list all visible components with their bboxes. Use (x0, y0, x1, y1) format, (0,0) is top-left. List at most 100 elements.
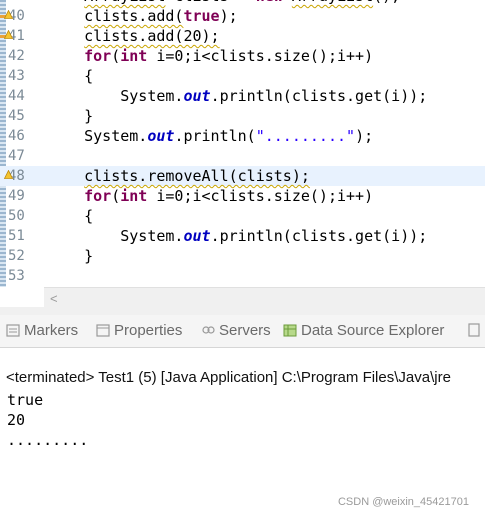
line-number: 42 (8, 48, 25, 64)
keyword-token: int (120, 47, 148, 65)
code-line[interactable]: 41 clists.add(20); (0, 26, 485, 46)
code-line[interactable]: 52 } (0, 246, 485, 266)
keyword-token: for (84, 47, 112, 65)
line-number: 45 (8, 108, 25, 124)
tab-servers[interactable]: Servers (201, 321, 271, 341)
console-view: <terminated> Test1 (5) [Java Application… (0, 348, 485, 516)
tab-markers[interactable]: Markers (6, 321, 78, 341)
code-token: { (48, 207, 94, 225)
tab-label: Servers (219, 322, 271, 339)
field-token: out (147, 127, 175, 145)
code-line[interactable]: 53 (0, 266, 485, 286)
tab-label: Markers (24, 322, 79, 339)
code-line[interactable]: 45 } (0, 106, 485, 126)
tab-label: Data Source Explorer (301, 322, 445, 339)
code-token: .println(clists.get(i)); (210, 227, 428, 245)
code-token: } (48, 107, 94, 125)
keyword-token: for (84, 187, 112, 205)
code-token: clists = (165, 0, 255, 5)
tab-snippets[interactable] (467, 321, 485, 341)
field-token: out (183, 227, 211, 245)
watermark: CSDN @weixin_45421701 (337, 496, 469, 508)
code-token: ( (111, 187, 121, 205)
code-token: .println(clists.get(i)); (210, 87, 428, 105)
servers-icon (202, 326, 215, 334)
warning-icon[interactable] (4, 10, 13, 19)
properties-icon (96, 324, 110, 337)
warning-icon[interactable] (4, 30, 13, 39)
code-text: } (48, 106, 93, 126)
code-token: System. (48, 87, 184, 105)
tab-properties[interactable]: Properties (96, 321, 182, 341)
code-line[interactable]: 43 { (0, 66, 485, 86)
code-token: i=0;i<clists.size();i++) (147, 187, 374, 205)
code-line[interactable]: 44 System.out.println(clists.get(i)); (0, 86, 485, 106)
scroll-left-icon[interactable]: < (50, 291, 58, 306)
code-text: System.out.println(clists.get(i)); (48, 86, 427, 106)
code-token: System. (48, 127, 148, 145)
line-number: 43 (8, 68, 25, 84)
console-output-line: true (7, 391, 44, 409)
horizontal-scrollbar[interactable]: < (44, 287, 485, 308)
console-output-line: ......... (7, 431, 89, 449)
code-text: clists.removeAll(clists); (48, 166, 310, 186)
console-output-line: 20 (7, 411, 26, 429)
code-token: ); (355, 127, 374, 145)
code-line[interactable]: 51 System.out.println(clists.get(i)); (0, 226, 485, 246)
line-number: 52 (8, 248, 25, 264)
code-token: ( (111, 47, 121, 65)
code-token: ArrayList (292, 0, 373, 5)
code-line[interactable]: 50 { (0, 206, 485, 226)
field-token: out (183, 87, 211, 105)
panel-separator (0, 307, 485, 315)
snippets-icon (468, 323, 480, 337)
code-line[interactable]: 47 (0, 146, 485, 166)
code-text: for(int i=0;i<clists.size();i++) (48, 46, 373, 66)
keyword-token: int (120, 187, 148, 205)
code-text: System.out.println("........."); (48, 126, 373, 146)
string-token: "........." (255, 127, 356, 145)
code-text: clists.add(20); (48, 26, 220, 46)
code-editor[interactable]: 39 ArrayList clists = new ArrayList();40… (0, 0, 485, 287)
tab-data-source-explorer[interactable]: Data Source Explorer (283, 321, 444, 341)
code-token: clists.removeAll(clists); (84, 167, 310, 185)
line-number: 47 (8, 148, 25, 164)
code-token: (); (373, 0, 400, 5)
code-line[interactable]: 46 System.out.println("........."); (0, 126, 485, 146)
code-token: .println( (174, 127, 256, 145)
code-line[interactable]: 40 clists.add(true); (0, 6, 485, 26)
keyword-token: new (256, 0, 283, 5)
code-line[interactable]: 48 clists.removeAll(clists); (0, 166, 485, 186)
code-text: { (48, 206, 93, 226)
line-number: 44 (8, 88, 25, 104)
line-number: 50 (8, 208, 25, 224)
code-token: clists.add( (84, 7, 184, 25)
warning-icon[interactable] (4, 170, 13, 179)
code-text: for(int i=0;i<clists.size();i++) (48, 186, 373, 206)
line-number: 51 (8, 228, 25, 244)
code-text: System.out.println(clists.get(i)); (48, 226, 427, 246)
code-line[interactable]: 42 for(int i=0;i<clists.size();i++) (0, 46, 485, 66)
tab-label: Properties (114, 322, 183, 339)
line-number: 46 (8, 128, 25, 144)
code-text: clists.add(true); (48, 6, 238, 26)
database-icon (283, 324, 297, 337)
line-number: 53 (8, 268, 25, 284)
code-token: clists.add(20); (84, 27, 220, 45)
console-status: <terminated> Test1 (5) [Java Application… (6, 369, 451, 386)
code-line[interactable]: 49 for(int i=0;i<clists.size();i++) (0, 186, 485, 206)
code-token: } (48, 247, 94, 265)
keyword-token: true (183, 7, 220, 25)
code-token: { (48, 67, 94, 85)
code-token: System. (48, 227, 184, 245)
code-token: ArrayList (84, 0, 165, 5)
line-number: 49 (8, 188, 25, 204)
code-token: ); (219, 7, 238, 25)
bottom-panel-tabs: Markers Properties Servers Data Source Expl… (0, 315, 485, 348)
